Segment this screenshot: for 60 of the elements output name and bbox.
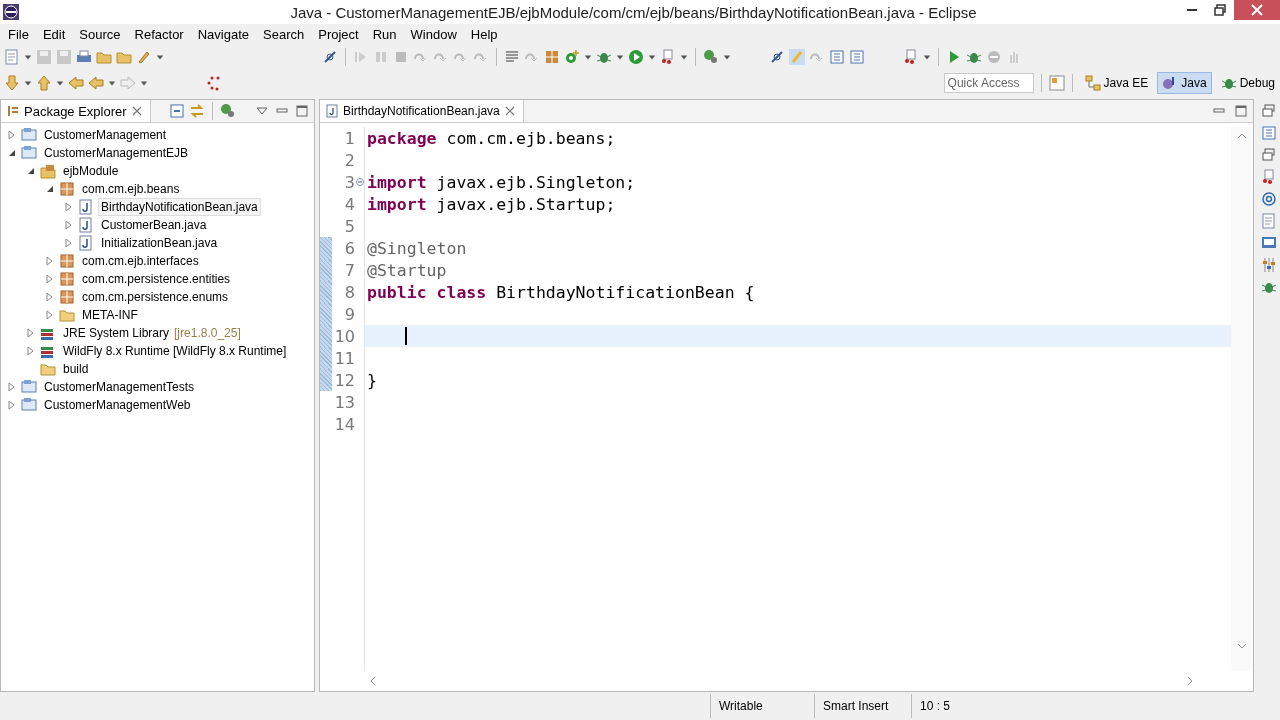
tree-item[interactable]: CustomerManagement xyxy=(41,126,170,144)
menu-item[interactable]: File xyxy=(1,26,36,42)
quick-access-field[interactable]: Quick Access xyxy=(943,73,1034,93)
menu-item[interactable]: Source xyxy=(72,26,128,42)
tree-item[interactable]: CustomerManagementTests xyxy=(41,378,198,396)
code-line: import javax.ejb.Singleton; xyxy=(366,172,636,192)
code-line: @Startup xyxy=(366,260,447,280)
line-number: 4 xyxy=(344,194,355,214)
perspective-button[interactable]: Java xyxy=(1157,72,1212,94)
code-line: @Singleton xyxy=(366,238,467,258)
code-line: } xyxy=(366,370,377,390)
tree-item[interactable]: build xyxy=(60,360,92,378)
line-number: 5 xyxy=(344,216,355,236)
line-number: 11 xyxy=(334,348,355,368)
tree-item[interactable]: JRE System Library xyxy=(60,324,173,342)
tree-item[interactable]: CustomerManagementWeb xyxy=(41,396,194,414)
status-field: Smart Insert xyxy=(814,694,911,718)
line-number: 6 xyxy=(344,238,355,258)
status-field: Writable xyxy=(710,694,814,718)
code-line: public class BirthdayNotificationBean { xyxy=(366,282,755,302)
editor-tab[interactable]: BirthdayNotificationBean.java xyxy=(320,100,524,122)
menu-item[interactable]: Project xyxy=(311,26,366,42)
tab-label: Package Explorer xyxy=(24,103,127,119)
menu-item[interactable]: Edit xyxy=(35,26,73,42)
tree-item-detail: [jre1.8.0_25] xyxy=(174,326,241,340)
perspective-button[interactable]: Debug xyxy=(1215,72,1280,94)
menu-item[interactable]: Window xyxy=(403,26,464,42)
line-number: 3 xyxy=(344,172,355,192)
line-number: 10 xyxy=(334,326,355,346)
tree-item[interactable]: com.cm.ejb.beans xyxy=(79,180,183,198)
tree-item[interactable]: CustomerBean.java xyxy=(98,216,210,234)
menu-item[interactable]: Help xyxy=(463,26,505,42)
tab-label: BirthdayNotificationBean.java xyxy=(343,104,500,118)
line-number: 14 xyxy=(334,414,355,434)
tree-item[interactable]: CustomerManagementEJB xyxy=(41,144,192,162)
line-number: 8 xyxy=(344,282,355,302)
tree-item[interactable]: com.cm.persistence.entities xyxy=(79,270,234,288)
tree-item[interactable]: META-INF xyxy=(79,306,141,324)
perspective-button[interactable]: Java EE xyxy=(1079,72,1154,94)
status-field: 10 : 5 xyxy=(911,694,1280,718)
tree-item[interactable]: WildFly 8.x Runtime [WildFly 8.x Runtime] xyxy=(60,342,290,360)
line-number: 9 xyxy=(344,304,355,324)
tree-item[interactable]: com.cm.persistence.enums xyxy=(79,288,232,306)
menu-item[interactable]: Search xyxy=(256,26,312,42)
tree-item[interactable]: BirthdayNotificationBean.java xyxy=(98,198,261,216)
line-number: 12 xyxy=(334,370,355,390)
menu-item[interactable]: Run xyxy=(365,26,404,42)
line-number: 2 xyxy=(344,150,355,170)
package-explorer-tab[interactable]: Package Explorer xyxy=(1,100,151,122)
code-line: import javax.ejb.Startup; xyxy=(366,194,616,214)
code-line: package com.cm.ejb.beans; xyxy=(366,128,616,148)
tree-item[interactable]: InitializationBean.java xyxy=(98,234,221,252)
menu-item[interactable]: Navigate xyxy=(190,26,256,42)
line-number: 1 xyxy=(344,128,355,148)
tree-item[interactable]: ejbModule xyxy=(60,162,122,180)
window-title: Java - CustomerManagementEJB/ejbModule/com/cm/ejb/beans/BirthdayNotificationBean.java - Eclipse xyxy=(289,3,978,21)
tree-item[interactable]: com.cm.ejb.interfaces xyxy=(79,252,202,270)
line-number: 7 xyxy=(344,260,355,280)
line-number: 13 xyxy=(334,392,355,412)
menu-item[interactable]: Refactor xyxy=(127,26,191,42)
